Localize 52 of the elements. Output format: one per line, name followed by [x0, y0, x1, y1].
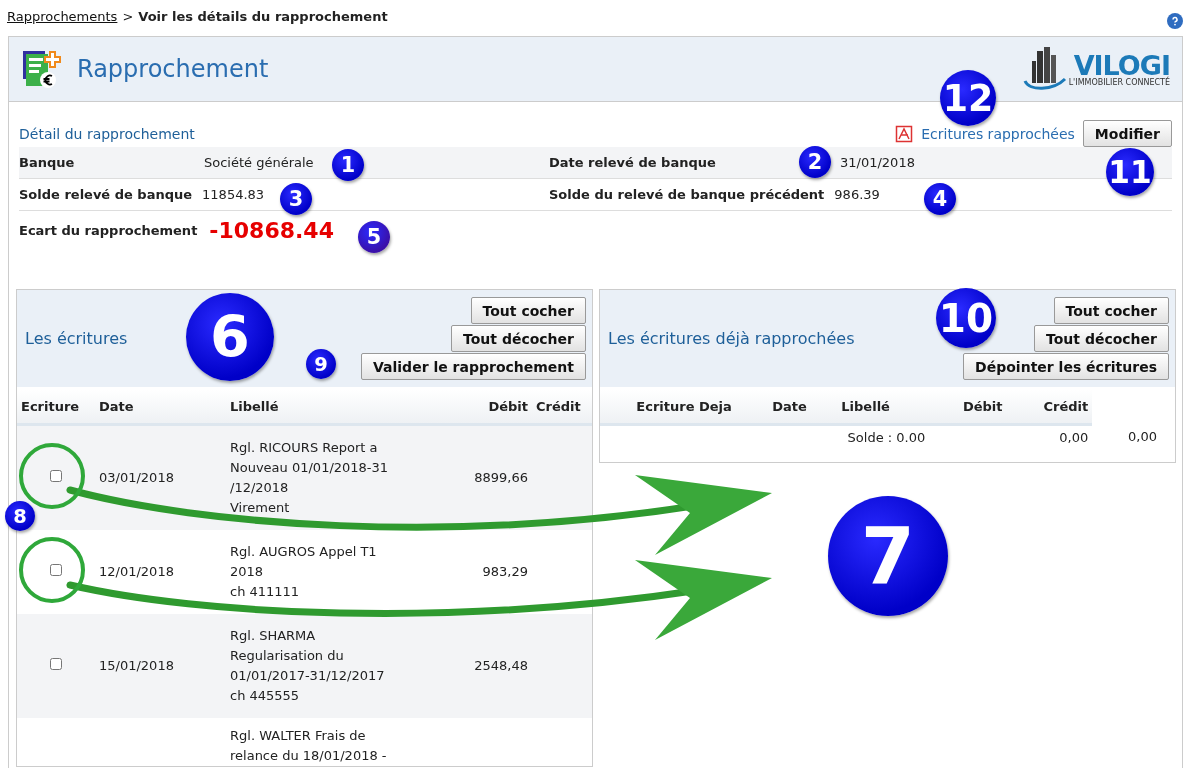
breadcrumb-current: Voir les détails du rapprochement — [138, 8, 388, 24]
field-label: Solde du relevé de banque précédent — [549, 187, 825, 202]
breadcrumb-separator: > — [122, 8, 134, 24]
number-badge: 7 — [828, 496, 948, 616]
panel-title: Les écritures déjà rapprochées — [608, 329, 855, 348]
ledger-euro-icon — [21, 48, 61, 90]
number-badge: 8 — [5, 501, 35, 531]
row-checkbox[interactable] — [50, 564, 62, 576]
table-cell: Rgl. WALTER Frais de relance du 18/01/2018 - — [230, 728, 387, 763]
number-badge: 12 — [940, 70, 996, 126]
breadcrumb-link[interactable]: Rapprochements — [7, 8, 118, 24]
table-cell: 983,29 — [482, 564, 528, 579]
table-cell: 03/01/2018 — [99, 470, 174, 485]
pdf-link[interactable]: Ecritures rapprochées — [895, 124, 1075, 143]
action-button[interactable]: Tout décocher — [451, 325, 586, 352]
action-button[interactable]: Tout cocher — [1053, 297, 1169, 324]
field-value: 986.39 — [834, 187, 880, 202]
table-cell: 0,00 — [1059, 430, 1089, 445]
table-cell: 15/01/2018 — [99, 658, 174, 673]
field-value: 31/01/2018 — [840, 155, 915, 170]
pdf-icon — [895, 124, 914, 143]
field-label: Date relevé de banque — [549, 155, 716, 170]
building-logo-icon — [1022, 47, 1067, 91]
table-cell: Rgl. RICOURS Report a Nouveau 01/01/2018-31 /12/2018 Virement — [230, 440, 389, 515]
highlight-circle — [19, 443, 85, 509]
action-button[interactable]: Tout décocher — [1034, 325, 1169, 352]
field-value: Société générale — [204, 155, 314, 170]
help-icon[interactable] — [1167, 13, 1183, 29]
action-button[interactable]: Tout cocher — [470, 297, 586, 324]
field-label: Ecart du rapprochement — [19, 222, 198, 238]
table-cell: 2548,48 — [474, 658, 528, 673]
field-value: 11854.83 — [202, 187, 265, 202]
section-title: Détail du rapprochement — [19, 125, 195, 142]
highlight-circle — [19, 537, 85, 603]
table-cell: Rgl. SHARMA Regularisation du 01/01/2017-31/12/2017 ch 445555 — [230, 628, 385, 703]
page-title: Rapprochement — [77, 55, 269, 83]
row-checkbox[interactable] — [50, 658, 62, 670]
table-cell: 8899,66 — [474, 470, 528, 485]
modify-button[interactable]: Modifier — [1082, 120, 1172, 147]
logo-tagline: L'IMMOBILIER CONNECTÉ — [1068, 78, 1170, 87]
panel-title: Les écritures — [25, 329, 128, 348]
field-label: Banque — [19, 155, 75, 170]
total-label: Solde : 0.00 — [847, 430, 926, 445]
row-checkbox[interactable] — [50, 470, 62, 482]
action-button[interactable]: Dépointer les écritures — [963, 353, 1169, 380]
field-label: Solde relevé de banque — [19, 187, 193, 202]
action-button[interactable]: Valider le rapprochement — [361, 353, 586, 380]
table-cell: Rgl. AUGROS Appel T1 2018 ch 411111 — [230, 544, 377, 599]
table-cell: 0,00 — [1128, 429, 1157, 445]
gap-amount: -10868.44 — [209, 217, 334, 243]
table-cell: 12/01/2018 — [99, 564, 174, 579]
number-badge: 5 — [358, 221, 390, 253]
